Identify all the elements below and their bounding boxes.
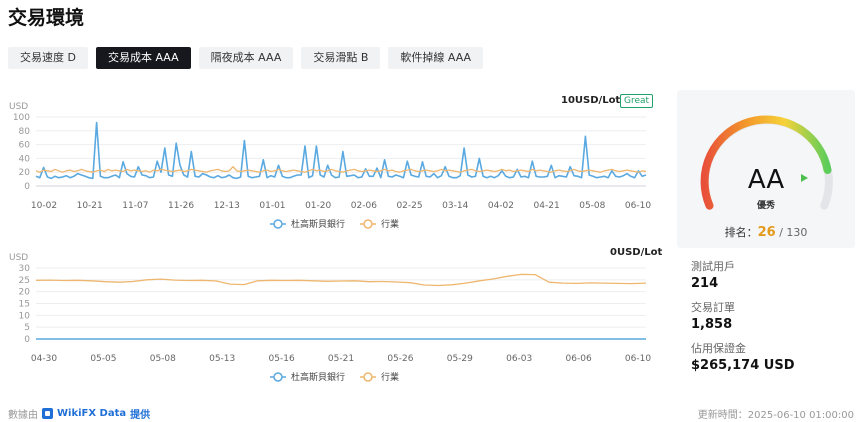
x-tick-label: 06-03 [506, 354, 532, 364]
y-tick-label: 0 [24, 335, 30, 345]
x-tick-label: 10-21 [77, 201, 103, 211]
rank: 排名：26 / 130 [677, 224, 855, 240]
y-tick-label: 80 [19, 127, 31, 137]
y-axis-unit: USD [9, 102, 28, 112]
y-tick-label: 25 [19, 276, 30, 286]
y-tick-label: 20 [19, 168, 31, 178]
data-source: 數據由 WikiFX Data 提供 [8, 406, 150, 421]
x-tick-label: 05-05 [90, 354, 116, 364]
source-name[interactable]: WikiFX Data [57, 408, 126, 419]
rating-panel: AA 優秀 排名：26 / 130 [677, 90, 855, 248]
y-tick-label: 30 [19, 264, 31, 274]
x-tick-label: 04-21 [534, 201, 560, 211]
legend-industry-marker [363, 219, 373, 229]
x-tick-label: 05-16 [269, 354, 295, 364]
update-time: 更新時間：2025-06-10 01:00:00 [697, 410, 854, 421]
tab-disconnection[interactable]: 軟件掉線 AAA [388, 47, 484, 69]
x-tick-label: 01-01 [259, 201, 285, 211]
gauge-caption: 優秀 [756, 201, 775, 211]
x-tick-label: 10-02 [31, 201, 57, 211]
overnight-chart-svg: USD05101520253004-30 05-05 05-08 05-13 05-16… [9, 253, 651, 383]
users-value: 214 [691, 276, 719, 291]
y-tick-label: 60 [19, 141, 31, 151]
page-title: 交易環境 [8, 7, 85, 29]
x-tick-label: 02-25 [396, 201, 422, 211]
legend-broker-marker [273, 372, 283, 382]
x-tick-label: 05-21 [328, 354, 354, 364]
y-tick-label: 100 [13, 113, 30, 123]
wikifx-logo-icon [42, 408, 53, 419]
x-tick-label: 04-02 [488, 201, 514, 211]
margin-label: 佔用保證金 [691, 342, 746, 355]
x-tick-label: 06-10 [625, 354, 651, 364]
rank-total: / 130 [779, 226, 808, 239]
legend-industry-label: 行業 [381, 371, 399, 383]
users-label: 測試用戶 [691, 260, 735, 273]
legend-industry-label: 行業 [381, 218, 399, 230]
x-tick-label: 06-10 [625, 201, 651, 211]
rank-label: 排名： [724, 226, 758, 239]
x-tick-label: 05-29 [447, 354, 473, 364]
x-tick-label: 03-14 [442, 201, 468, 211]
y-tick-label: 5 [24, 323, 30, 333]
orders-label: 交易訂單 [691, 301, 735, 314]
gauge-rating: AA [747, 165, 785, 195]
source-suffix: 提供 [130, 410, 151, 421]
overnight-cost-chart: 0USD/Lot USD 0 5 10 15 20 25 30 04-30 05-05 05-08 0… [0, 242, 665, 392]
x-tick-label: 06-06 [566, 354, 592, 364]
x-tick-label: 01-20 [305, 201, 331, 211]
y-tick-label: 20 [19, 288, 31, 298]
legend-broker-label: 杜高斯貝銀行 [291, 218, 345, 230]
cost-chart-svg: USD 0 20 40 60 80 100 10-02 10-21 11-07 11-26 12-13… [9, 102, 651, 230]
x-tick-label: 05-08 [579, 201, 605, 211]
x-tick-label: 04-30 [31, 354, 57, 364]
trading-cost-chart: 10USD/Lot Great USD 0 20 40 60 80 100 10-02 10-2… [0, 90, 665, 240]
x-tick-label: 05-26 [387, 354, 413, 364]
rank-value: 26 [757, 225, 776, 240]
y-tick-label: 10 [19, 311, 31, 321]
y-tick-label: 15 [19, 300, 30, 310]
x-tick-label: 12-13 [214, 201, 240, 211]
x-tick-label: 02-06 [351, 201, 377, 211]
source-prefix: 數據由 [8, 410, 38, 421]
tab-bar: 交易速度 D 交易成本 AAA 隔夜成本 AAA 交易滑點 B 軟件掉線 AAA [8, 47, 484, 69]
legend-broker-marker [273, 219, 283, 229]
margin-value: $265,174 USD [691, 358, 795, 373]
orders-value: 1,858 [691, 317, 733, 332]
x-tick-label: 11-07 [122, 201, 148, 211]
y-axis-unit: USD [9, 253, 28, 263]
tab-overnight-cost[interactable]: 隔夜成本 AAA [198, 47, 294, 69]
x-tick-label: 05-08 [150, 354, 176, 364]
x-tick-label: 11-26 [168, 201, 194, 211]
legend-broker-label: 杜高斯貝銀行 [291, 371, 345, 383]
legend-industry-marker [363, 372, 373, 382]
x-tick-label: 05-13 [209, 354, 235, 364]
tab-trading-speed[interactable]: 交易速度 D [8, 47, 88, 69]
tab-slippage[interactable]: 交易滑點 B [301, 47, 381, 69]
tab-trading-cost[interactable]: 交易成本 AAA [95, 47, 191, 69]
y-tick-label: 40 [19, 154, 31, 164]
y-tick-label: 0 [24, 182, 30, 192]
